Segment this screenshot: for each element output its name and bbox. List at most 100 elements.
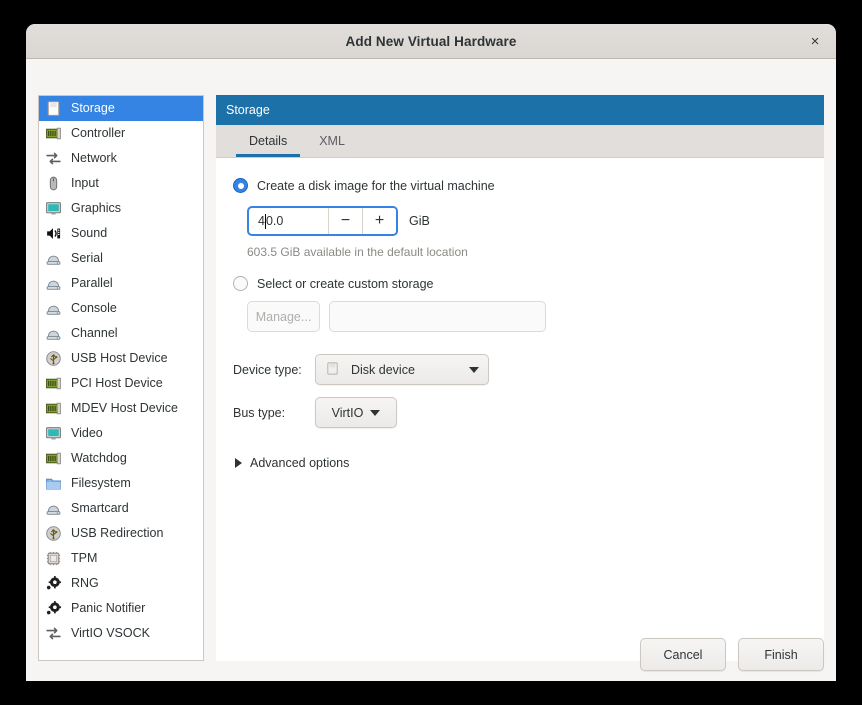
tab-strip[interactable]: Details XML xyxy=(216,125,824,158)
gear-icon xyxy=(45,575,62,592)
chevron-down-icon xyxy=(469,366,479,373)
sidebar-item-usb-host-device[interactable]: USB Host Device xyxy=(39,346,203,371)
disk-icon xyxy=(325,361,342,378)
sidebar-item-label: PCI Host Device xyxy=(71,376,163,391)
disk-size-row: 4 0.0 − + GiB xyxy=(247,206,824,236)
sidebar-item-sound[interactable]: Sound xyxy=(39,221,203,246)
device-type-label: Device type: xyxy=(233,362,302,377)
close-icon[interactable]: × xyxy=(803,29,827,53)
details-panel: Create a disk image for the virtual mach… xyxy=(216,158,824,661)
chevron-down-icon xyxy=(370,409,381,416)
disk-size-spinner[interactable]: 4 0.0 − + xyxy=(247,206,398,236)
sidebar-item-video[interactable]: Video xyxy=(39,421,203,446)
create-disk-radio[interactable] xyxy=(233,178,248,193)
sidebar-item-console[interactable]: Console xyxy=(39,296,203,321)
bus-type-dropdown[interactable]: VirtIO xyxy=(315,397,397,428)
manage-button[interactable]: Manage... xyxy=(247,301,320,332)
controller-icon xyxy=(45,125,62,142)
sidebar-item-input[interactable]: Input xyxy=(39,171,203,196)
sidebar-item-tpm[interactable]: TPM xyxy=(39,546,203,571)
device-type-dropdown[interactable]: Disk device xyxy=(315,354,489,385)
disk-size-input[interactable]: 4 0.0 xyxy=(249,208,328,234)
sidebar-item-label: Controller xyxy=(71,126,126,141)
custom-storage-label: Select or create custom storage xyxy=(257,276,434,291)
sidebar-item-label: Serial xyxy=(71,251,103,266)
controller-icon xyxy=(45,450,62,467)
device-type-row: Device type: Disk device xyxy=(233,354,824,385)
dialog-title: Add New Virtual Hardware xyxy=(345,33,517,49)
sidebar-item-label: Input xyxy=(71,176,99,191)
sidebar-item-label: Video xyxy=(71,426,103,441)
sidebar-item-label: Smartcard xyxy=(71,501,129,516)
dialog-body: Storage Controller Network Input Graphics Sou… xyxy=(26,59,836,681)
sidebar-item-network[interactable]: Network xyxy=(39,146,203,171)
sidebar-item-smartcard[interactable]: Smartcard xyxy=(39,496,203,521)
port-icon xyxy=(45,300,62,317)
sidebar-item-label: TPM xyxy=(71,551,98,566)
finish-button[interactable]: Finish xyxy=(738,638,824,671)
bus-type-label: Bus type: xyxy=(233,405,286,420)
disk-size-decrement-button[interactable]: − xyxy=(328,208,362,234)
sidebar-item-parallel[interactable]: Parallel xyxy=(39,271,203,296)
mouse-icon xyxy=(45,175,62,192)
tab-xml[interactable]: XML xyxy=(303,125,361,157)
available-space-text: 603.5 GiB available in the default locat… xyxy=(247,245,468,259)
port-icon xyxy=(45,250,62,267)
sidebar-item-label: Channel xyxy=(71,326,118,341)
advanced-options-toggle[interactable]: Advanced options xyxy=(233,456,824,470)
sidebar-item-label: Storage xyxy=(71,101,115,116)
sidebar-item-pci-host-device[interactable]: PCI Host Device xyxy=(39,371,203,396)
usb-icon xyxy=(45,525,62,542)
sidebar-item-label: Network xyxy=(71,151,117,166)
sidebar-item-label: Console xyxy=(71,301,117,316)
tab-label: Details xyxy=(249,134,288,148)
sidebar-item-panic-notifier[interactable]: Panic Notifier xyxy=(39,596,203,621)
bus-type-value: VirtIO xyxy=(331,405,364,420)
chip-icon xyxy=(45,550,62,567)
device-type-value: Disk device xyxy=(351,362,415,377)
disk-size-increment-button[interactable]: + xyxy=(362,208,396,234)
sidebar-item-label: USB Redirection xyxy=(71,526,164,541)
sidebar-item-filesystem[interactable]: Filesystem xyxy=(39,471,203,496)
sidebar-item-serial[interactable]: Serial xyxy=(39,246,203,271)
sidebar-item-label: Sound xyxy=(71,226,108,241)
sidebar-item-label: USB Host Device xyxy=(71,351,168,366)
custom-storage-radio-row[interactable]: Select or create custom storage xyxy=(233,276,824,291)
sidebar-item-controller[interactable]: Controller xyxy=(39,121,203,146)
sidebar-item-channel[interactable]: Channel xyxy=(39,321,203,346)
create-disk-radio-row[interactable]: Create a disk image for the virtual mach… xyxy=(233,178,824,193)
sidebar-item-usb-redirection[interactable]: USB Redirection xyxy=(39,521,203,546)
sidebar-item-graphics[interactable]: Graphics xyxy=(39,196,203,221)
controller-icon xyxy=(45,400,62,417)
port-icon xyxy=(45,275,62,292)
monitor-icon xyxy=(45,425,62,442)
tab-details[interactable]: Details xyxy=(233,125,303,157)
hardware-category-list[interactable]: Storage Controller Network Input Graphics Sou… xyxy=(38,95,204,661)
bus-type-row: Bus type: VirtIO xyxy=(233,397,824,428)
disk-size-value-after-caret: 0.0 xyxy=(265,214,284,228)
content-panel: Storage Details XML Create a disk image f… xyxy=(216,95,824,661)
sidebar-item-mdev-host-device[interactable]: MDEV Host Device xyxy=(39,396,203,421)
add-hardware-dialog: Add New Virtual Hardware × Storage Contro… xyxy=(26,24,836,681)
content-header: Storage xyxy=(216,95,824,125)
sidebar-item-watchdog[interactable]: Watchdog xyxy=(39,446,203,471)
usb-icon xyxy=(45,350,62,367)
disk-size-value-before-caret: 4 xyxy=(258,214,265,228)
sidebar-item-label: VirtIO VSOCK xyxy=(71,626,150,641)
custom-storage-radio[interactable] xyxy=(233,276,248,291)
port-icon xyxy=(45,500,62,517)
sidebar-item-label: Parallel xyxy=(71,276,113,291)
folder-icon xyxy=(45,475,62,492)
tab-label: XML xyxy=(319,134,345,148)
controller-icon xyxy=(45,375,62,392)
sidebar-item-label: RNG xyxy=(71,576,99,591)
disk-size-unit-label: GiB xyxy=(409,214,430,228)
sidebar-item-rng[interactable]: RNG xyxy=(39,571,203,596)
content-header-title: Storage xyxy=(226,103,270,117)
sidebar-item-label: MDEV Host Device xyxy=(71,401,178,416)
custom-storage-path-input[interactable] xyxy=(329,301,546,332)
sidebar-item-storage[interactable]: Storage xyxy=(39,96,203,121)
sidebar-item-label: Graphics xyxy=(71,201,122,216)
sidebar-item-virtio-vsock[interactable]: VirtIO VSOCK xyxy=(39,621,203,646)
cancel-button[interactable]: Cancel xyxy=(640,638,726,671)
